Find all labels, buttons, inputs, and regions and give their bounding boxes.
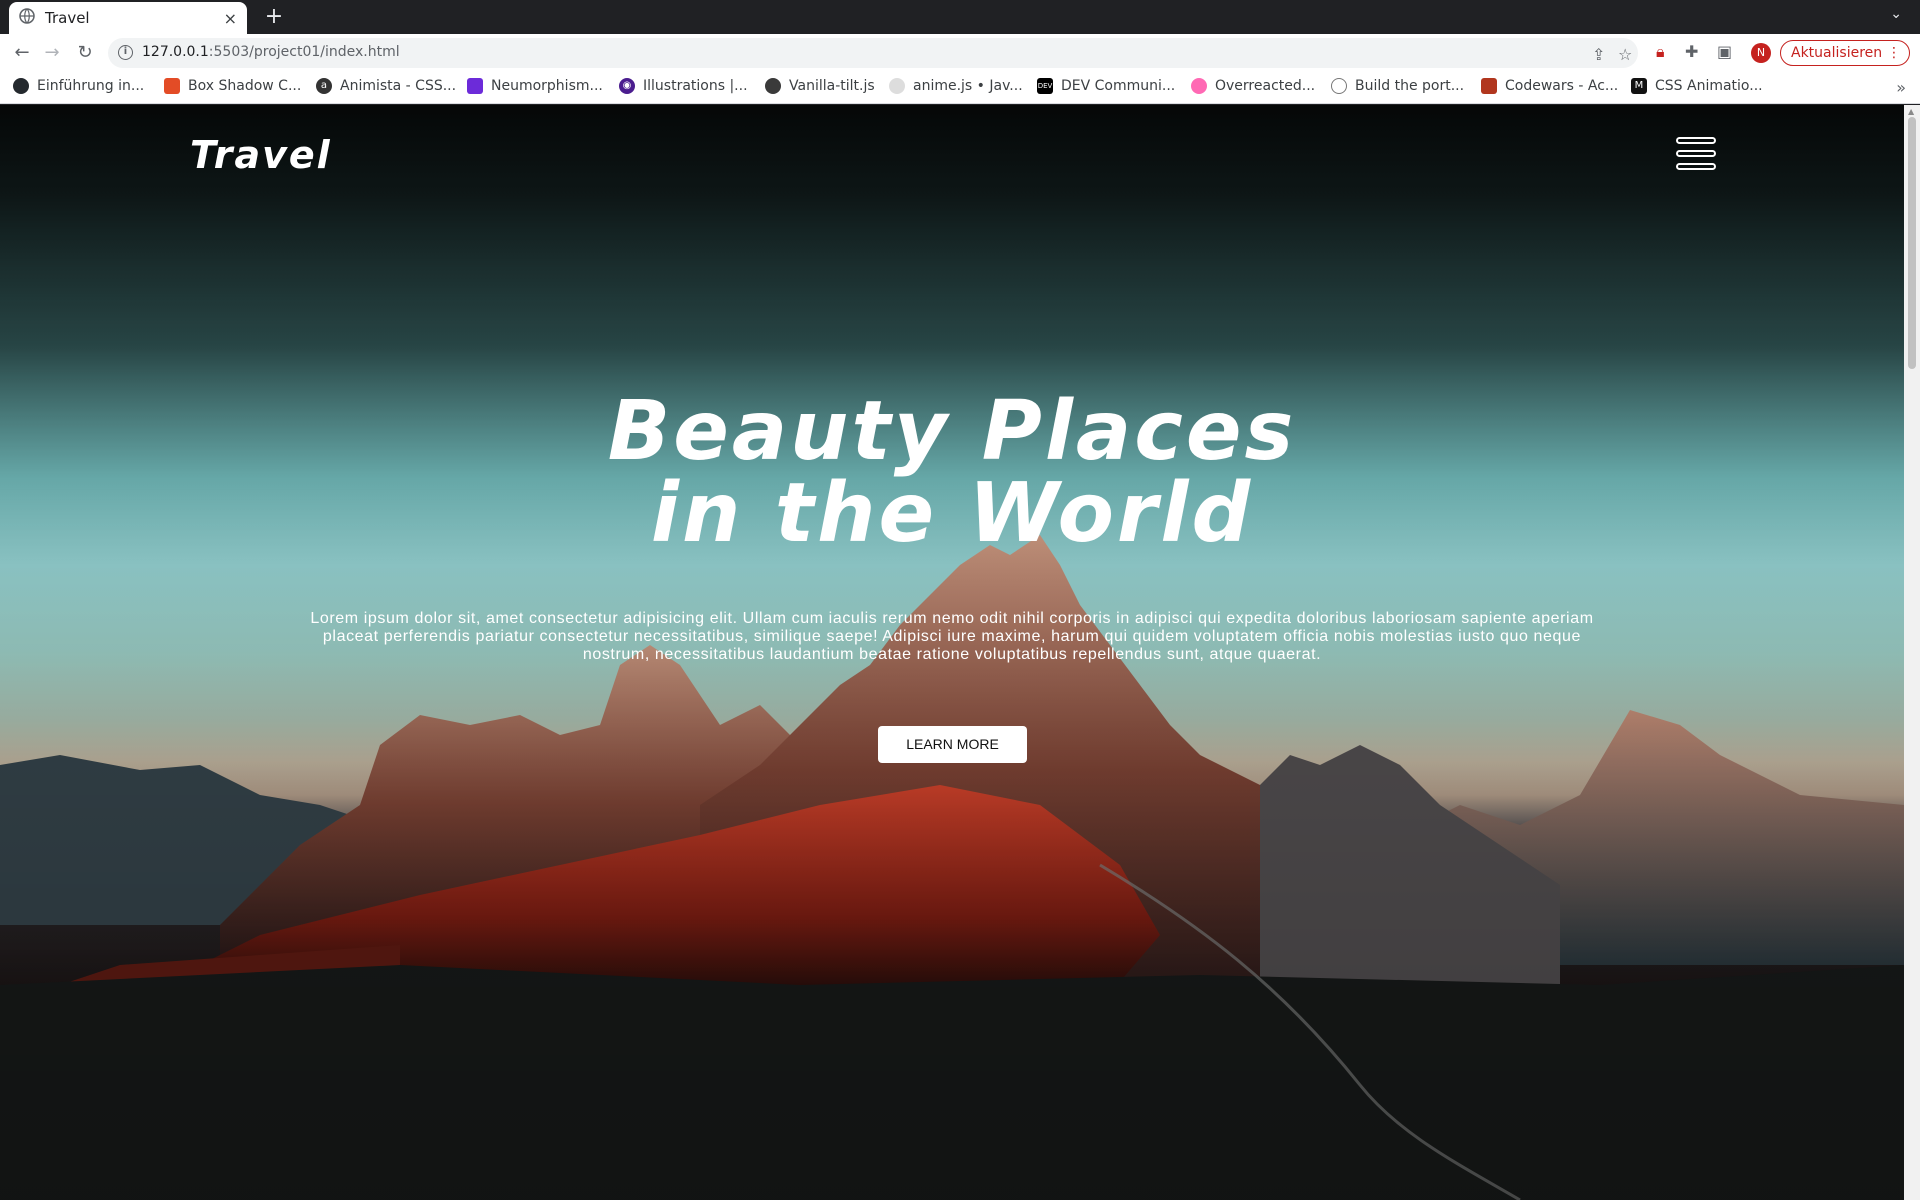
bookmark-item[interactable]: ◉ Illustrations |... [619, 78, 748, 94]
box-shadow-icon [164, 78, 180, 94]
bookmark-item[interactable]: Einführung in... [13, 78, 144, 94]
bookmark-item[interactable]: Vanilla-tilt.js [765, 78, 875, 94]
tab-travel[interactable]: Travel × [9, 2, 247, 34]
bookmark-item[interactable]: anime.js • Jav... [889, 78, 1023, 94]
update-button[interactable]: Aktualisieren ⋮ [1780, 40, 1910, 66]
side-panel-icon[interactable]: ▣ [1717, 42, 1732, 61]
globe-icon [765, 78, 781, 94]
bookmark-label: Vanilla-tilt.js [789, 78, 875, 94]
github-icon [13, 78, 29, 94]
bookmark-label: DEV Communi... [1061, 78, 1176, 94]
dev-icon: DEV [1037, 78, 1053, 94]
bookmark-label: Animista - CSS... [340, 78, 457, 94]
bookmark-item[interactable]: Neumorphism... [467, 78, 603, 94]
bookmark-label: anime.js • Jav... [913, 78, 1023, 94]
forward-icon[interactable]: → [40, 41, 64, 65]
site-logo[interactable]: Travel [190, 133, 332, 177]
kebab-menu-icon[interactable]: ⋮ [1887, 41, 1901, 65]
globe-icon [19, 8, 35, 28]
bookmarks-bar: Einführung in... Box Shadow C... a Animis… [0, 72, 1920, 104]
close-tab-icon[interactable]: × [224, 9, 237, 28]
bookmark-label: Box Shadow C... [188, 78, 302, 94]
bookmark-item[interactable]: Box Shadow C... [164, 78, 301, 94]
bookmark-item[interactable]: Codewars - Ac... [1481, 78, 1618, 94]
update-label: Aktualisieren [1791, 45, 1883, 61]
scroll-up-icon[interactable]: ▲ [1908, 107, 1914, 116]
bookmark-label: Overreacted... [1215, 78, 1316, 94]
animista-icon: a [316, 78, 332, 94]
hero-title-line2: in the World [650, 466, 1254, 561]
helmet-icon [1331, 78, 1347, 94]
bookmark-item[interactable]: a Animista - CSS... [316, 78, 456, 94]
neumorphism-icon [467, 78, 483, 94]
illustrations-icon: ◉ [619, 78, 635, 94]
overreacted-icon [1191, 78, 1207, 94]
extension-lock-icon[interactable]: 🔒︎ [1656, 42, 1665, 62]
avatar[interactable]: N [1751, 43, 1771, 63]
share-icon[interactable]: ⇪ [1592, 45, 1605, 64]
url-path: :5503/project01/index.html [208, 44, 400, 60]
puzzle-icon[interactable]: ✚ [1685, 42, 1698, 61]
star-icon[interactable]: ☆ [1618, 45, 1632, 64]
bookmark-label: Build the port... [1355, 78, 1465, 94]
bookmark-item[interactable]: Build the port... [1331, 78, 1464, 94]
bookmark-label: CSS Animatio... [1655, 78, 1763, 94]
info-icon[interactable]: i [118, 45, 133, 60]
new-tab-button[interactable]: + [260, 4, 288, 32]
more-bookmarks-icon[interactable]: » [1896, 78, 1906, 97]
url-text: 127.0.0.1:5503/project01/index.html [142, 44, 400, 60]
bookmark-item[interactable]: DEV DEV Communi... [1037, 78, 1175, 94]
anime-icon [889, 78, 905, 94]
back-icon[interactable]: ← [10, 41, 34, 65]
hero-description: Lorem ipsum dolor sit, amet consectetur … [310, 610, 1594, 663]
reload-icon[interactable]: ↻ [73, 41, 97, 65]
tab-strip: Travel × + ⌄ [0, 0, 1920, 34]
address-bar[interactable]: i 127.0.0.1:5503/project01/index.html ⇪ … [108, 38, 1638, 68]
tab-title: Travel [45, 9, 90, 27]
css-animation-icon: M [1631, 78, 1647, 94]
browser-toolbar: ← → ↻ i 127.0.0.1:5503/project01/index.h… [0, 34, 1920, 72]
bookmark-label: Illustrations |... [643, 78, 748, 94]
hamburger-menu-icon[interactable] [1676, 137, 1716, 171]
bookmark-label: Codewars - Ac... [1505, 78, 1619, 94]
page-scrollbar[interactable]: ▲ [1904, 105, 1920, 1200]
scrollbar-thumb[interactable] [1908, 117, 1916, 369]
url-host: 127.0.0.1 [142, 44, 209, 60]
hero-title-line1: Beauty Places [607, 384, 1297, 479]
bookmark-label: Einführung in... [37, 78, 145, 94]
bookmark-item[interactable]: M CSS Animatio... [1631, 78, 1763, 94]
codewars-icon [1481, 78, 1497, 94]
bookmark-label: Neumorphism... [491, 78, 603, 94]
hero-title: Beauty Places in the World [440, 391, 1464, 555]
learn-more-button[interactable]: LEARN MORE [878, 726, 1027, 763]
bookmark-item[interactable]: Overreacted... [1191, 78, 1315, 94]
chevron-down-icon[interactable]: ⌄ [1890, 6, 1902, 22]
hero-section: Travel Beauty Places in the World Lorem … [0, 105, 1904, 1200]
